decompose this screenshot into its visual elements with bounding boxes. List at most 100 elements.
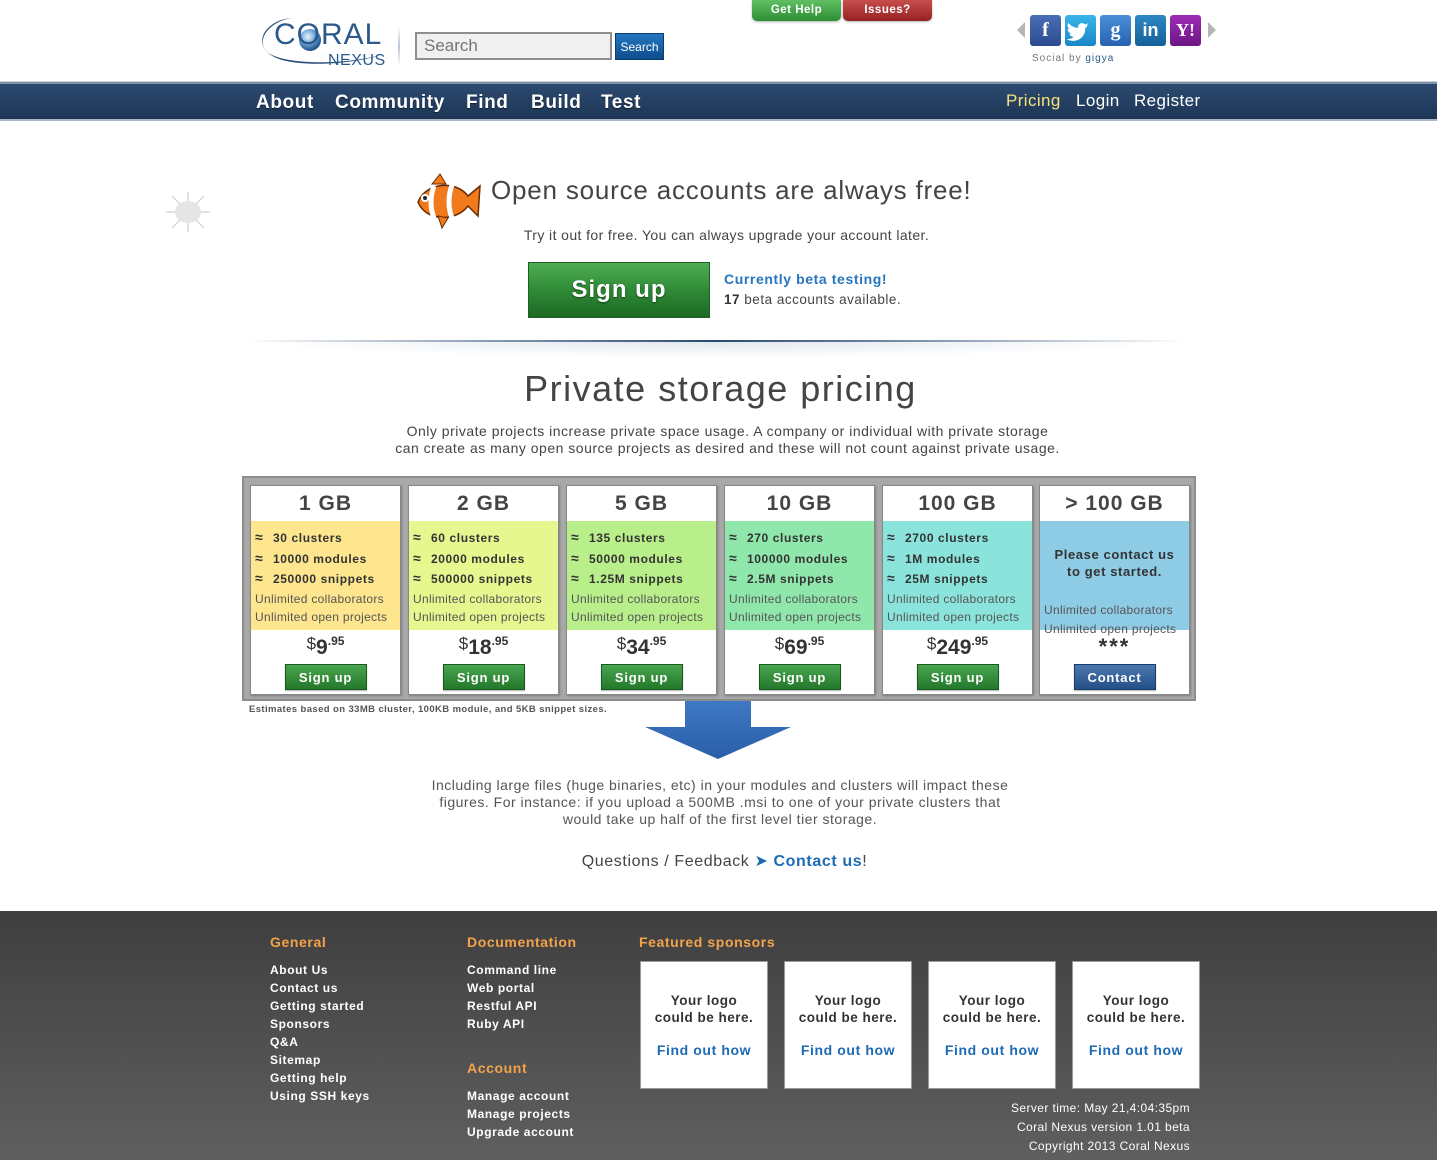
- tier-size: 100 GB: [918, 492, 997, 515]
- questions-feedback: Questions / Feedback ➤ Contact us!: [0, 851, 1437, 871]
- social-next-arrow-icon[interactable]: [1208, 22, 1216, 38]
- social-prev-arrow-icon[interactable]: [1017, 22, 1025, 38]
- approx-icon: ≈: [571, 570, 580, 586]
- tier-1gb: 1 GB ≈30 clusters ≈10000 modules ≈250000…: [250, 485, 401, 695]
- section-divider: [245, 340, 1185, 358]
- nav-build[interactable]: Build: [531, 92, 582, 114]
- price-currency: $: [616, 634, 627, 653]
- linkedin-icon[interactable]: in: [1135, 15, 1166, 46]
- tier-signup-button[interactable]: Sign up: [758, 664, 841, 690]
- price-cents: .95: [971, 634, 989, 648]
- price-hidden: ***: [1098, 634, 1131, 659]
- footer-link-sitemap[interactable]: Sitemap: [270, 1053, 321, 1067]
- search-input[interactable]: [415, 32, 612, 60]
- pricing-desc-line-2: can create as many open source projects …: [395, 440, 1060, 456]
- footer-link-manage-account[interactable]: Manage account: [467, 1089, 569, 1103]
- feature-snippets: 25M snippets: [905, 572, 989, 586]
- get-help-tab[interactable]: Get Help: [752, 0, 841, 21]
- nav-community[interactable]: Community: [335, 92, 445, 114]
- approx-icon: ≈: [571, 529, 580, 545]
- tier-signup-button[interactable]: Sign up: [442, 664, 525, 690]
- tier-contact-button[interactable]: Contact: [1073, 664, 1156, 690]
- tier-features: ≈60 clusters ≈20000 modules ≈500000 snip…: [409, 521, 558, 630]
- social-by-brand[interactable]: gigya: [1085, 53, 1114, 64]
- footer-link-web-portal[interactable]: Web portal: [467, 981, 535, 995]
- feature-modules: 50000 modules: [589, 551, 683, 566]
- sponsor-line-1: Your logo: [670, 993, 738, 1008]
- facebook-icon[interactable]: f: [1030, 15, 1061, 46]
- feature-clusters: 270 clusters: [747, 531, 824, 545]
- sponsor-find-out-link[interactable]: Find out how: [641, 1042, 767, 1058]
- feature-collaborators: Unlimited collaborators: [1044, 603, 1173, 617]
- sponsor-line-1: Your logo: [1102, 993, 1170, 1008]
- twitter-icon[interactable]: [1065, 15, 1096, 46]
- tier-5gb: 5 GB ≈135 clusters ≈50000 modules ≈1.25M…: [566, 485, 717, 695]
- footer-account-title: Account: [467, 1060, 528, 1076]
- clownfish-icon: [417, 173, 481, 230]
- sponsor-find-out-link[interactable]: Find out how: [929, 1042, 1055, 1058]
- approx-icon: ≈: [255, 549, 264, 566]
- tier-feature: ≈1.25M snippets: [571, 569, 716, 590]
- footer-link-command-line[interactable]: Command line: [467, 963, 557, 977]
- footer-link-ssh-keys[interactable]: Using SSH keys: [270, 1089, 370, 1103]
- footer-link-sponsors[interactable]: Sponsors: [270, 1017, 330, 1031]
- footer-link-manage-projects[interactable]: Manage projects: [467, 1107, 571, 1121]
- tier-signup-button[interactable]: Sign up: [600, 664, 683, 690]
- tier-signup-button[interactable]: Sign up: [916, 664, 999, 690]
- impact-line-2: figures. For instance: if you upload a 5…: [439, 794, 1001, 810]
- footer-sponsors-title: Featured sponsors: [639, 934, 776, 950]
- contact-us-link[interactable]: Contact us: [774, 853, 863, 870]
- sponsor-line-2: could be here.: [1086, 1010, 1186, 1025]
- footer-link-qa[interactable]: Q&A: [270, 1035, 298, 1049]
- footer-link-getting-help[interactable]: Getting help: [270, 1071, 347, 1085]
- nav-register[interactable]: Register: [1134, 91, 1201, 111]
- footer-link-contact-us[interactable]: Contact us: [270, 981, 338, 995]
- footer-link-upgrade-account[interactable]: Upgrade account: [467, 1125, 574, 1139]
- issues-tab[interactable]: Issues?: [843, 0, 932, 21]
- feature-collaborators: Unlimited collaborators: [729, 591, 858, 606]
- yahoo-icon[interactable]: Y!: [1170, 15, 1201, 46]
- questions-suffix: !: [862, 853, 868, 870]
- tier-contact-message: Please contact us to get started.: [1044, 528, 1189, 601]
- tier-feature: ≈250000 snippets: [255, 569, 400, 590]
- approx-icon: ≈: [413, 529, 422, 545]
- feature-clusters: 30 clusters: [273, 531, 343, 545]
- google-icon[interactable]: g: [1100, 15, 1131, 46]
- footer-link-getting-started[interactable]: Getting started: [270, 999, 364, 1013]
- tier-feature: ≈30 clusters: [255, 528, 400, 549]
- sponsor-slot: Your logo could be here. Find out how: [928, 961, 1056, 1089]
- nav-find[interactable]: Find: [466, 92, 509, 114]
- sponsor-slot: Your logo could be here. Find out how: [784, 961, 912, 1089]
- price-currency: $: [774, 634, 785, 653]
- footer-link-about-us[interactable]: About Us: [270, 963, 328, 977]
- sponsor-find-out-link[interactable]: Find out how: [785, 1042, 911, 1058]
- sponsor-line-1: Your logo: [814, 993, 882, 1008]
- tier-signup-button[interactable]: Sign up: [284, 664, 367, 690]
- sponsor-slot: Your logo could be here. Find out how: [640, 961, 768, 1089]
- feature-snippets: 250000 snippets: [273, 572, 375, 586]
- nav-pricing[interactable]: Pricing: [1006, 91, 1061, 111]
- search-button[interactable]: Search: [615, 33, 664, 60]
- sponsor-find-out-link[interactable]: Find out how: [1073, 1042, 1199, 1058]
- price-amount: 34: [626, 636, 650, 659]
- coral-nexus-logo[interactable]: CORAL NEXUS: [252, 10, 387, 72]
- tier-feature: ≈10000 modules: [255, 549, 400, 570]
- main-signup-button[interactable]: Sign up: [528, 262, 710, 318]
- tier-features: ≈2700 clusters ≈1M modules ≈25M snippets…: [883, 521, 1032, 630]
- footer-link-ruby-api[interactable]: Ruby API: [467, 1017, 525, 1031]
- nav-test[interactable]: Test: [601, 92, 641, 114]
- nav-login[interactable]: Login: [1076, 91, 1120, 111]
- sponsor-slot: Your logo could be here. Find out how: [1072, 961, 1200, 1089]
- pricing-table: 1 GB ≈30 clusters ≈10000 modules ≈250000…: [242, 476, 1196, 701]
- sponsor-line-2: could be here.: [654, 1010, 754, 1025]
- tier-size: > 100 GB: [1065, 492, 1164, 515]
- footer-general-title: General: [270, 934, 327, 950]
- price-amount: 18: [468, 636, 492, 659]
- feature-open-projects: Unlimited open projects: [887, 610, 1020, 624]
- approx-icon: ≈: [413, 570, 422, 586]
- feature-clusters: 135 clusters: [589, 531, 666, 545]
- feature-modules: 20000 modules: [431, 551, 525, 566]
- nav-about[interactable]: About: [256, 92, 314, 114]
- footer-link-restful-api[interactable]: Restful API: [467, 999, 537, 1013]
- social-by-prefix: Social by: [1032, 53, 1082, 64]
